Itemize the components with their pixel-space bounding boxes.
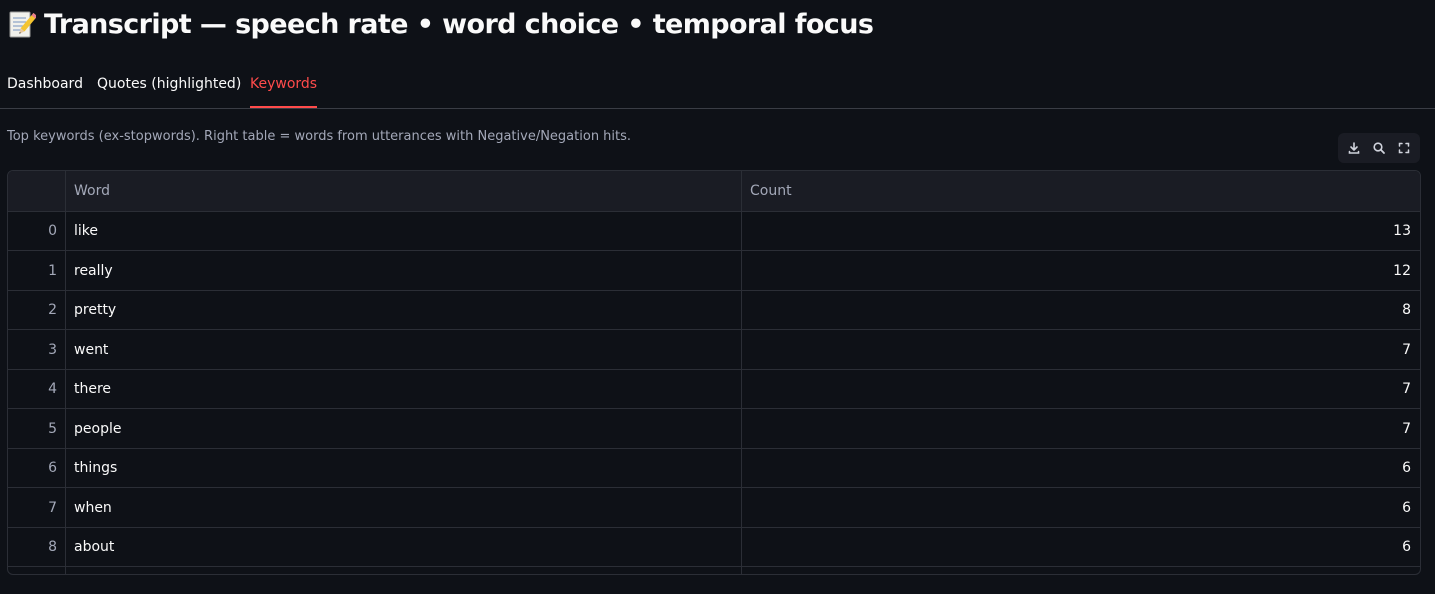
tab-bar: Dashboard Quotes (highlighted) Keywords bbox=[0, 62, 1435, 109]
table-row[interactable]: 2 pretty 8 bbox=[8, 290, 1420, 330]
tab-quotes-highlighted[interactable]: Quotes (highlighted) bbox=[97, 62, 241, 106]
table-overflow-row bbox=[8, 567, 1420, 574]
tab-dashboard[interactable]: Dashboard bbox=[7, 62, 83, 106]
dataframe-toolbar bbox=[1338, 133, 1420, 163]
table-row[interactable]: 4 there 7 bbox=[8, 369, 1420, 409]
word-cell[interactable]: went bbox=[65, 330, 742, 369]
count-cell[interactable]: 7 bbox=[741, 409, 1420, 448]
keywords-table[interactable]: Word Count 0 like 13 1 really 12 2 prett… bbox=[7, 170, 1421, 575]
download-icon[interactable] bbox=[1345, 139, 1363, 157]
memo-icon bbox=[8, 9, 38, 39]
table-row[interactable]: 7 when 6 bbox=[8, 488, 1420, 528]
table-header: Word Count bbox=[8, 171, 1420, 212]
word-cell[interactable]: pretty bbox=[65, 290, 742, 329]
table-row[interactable]: 3 went 7 bbox=[8, 330, 1420, 370]
word-cell[interactable]: things bbox=[65, 448, 742, 487]
row-index: 1 bbox=[48, 262, 57, 279]
word-cell[interactable]: when bbox=[65, 488, 742, 527]
column-divider bbox=[741, 567, 1420, 574]
tab-keywords[interactable]: Keywords bbox=[250, 62, 318, 108]
count-cell[interactable]: 7 bbox=[741, 369, 1420, 408]
table-row[interactable]: 8 about 6 bbox=[8, 527, 1420, 567]
count-cell[interactable]: 13 bbox=[741, 211, 1420, 250]
table-row[interactable]: 1 really 12 bbox=[8, 251, 1420, 291]
word-cell[interactable]: like bbox=[65, 211, 742, 250]
count-cell[interactable]: 8 bbox=[741, 290, 1420, 329]
table-row[interactable]: 0 like 13 bbox=[8, 211, 1420, 251]
search-icon[interactable] bbox=[1370, 139, 1388, 157]
table-row[interactable]: 6 things 6 bbox=[8, 448, 1420, 488]
count-cell[interactable]: 12 bbox=[741, 251, 1420, 290]
count-cell[interactable]: 7 bbox=[741, 330, 1420, 369]
column-header-word[interactable]: Word bbox=[65, 171, 742, 211]
row-index: 4 bbox=[48, 380, 57, 397]
row-index: 3 bbox=[48, 341, 57, 358]
column-header-index[interactable] bbox=[8, 171, 65, 211]
word-cell[interactable]: really bbox=[65, 251, 742, 290]
word-cell[interactable]: there bbox=[65, 369, 742, 408]
count-cell[interactable]: 6 bbox=[741, 527, 1420, 566]
row-index: 8 bbox=[48, 538, 57, 555]
column-header-count[interactable]: Count bbox=[741, 171, 1420, 211]
row-index: 7 bbox=[48, 499, 57, 516]
page-title: Transcript — speech rate • word choice •… bbox=[8, 4, 874, 44]
row-index: 0 bbox=[48, 222, 57, 239]
page-title-text: Transcript — speech rate • word choice •… bbox=[44, 8, 874, 40]
row-index: 5 bbox=[48, 420, 57, 437]
row-index: 2 bbox=[48, 301, 57, 318]
row-index: 6 bbox=[48, 459, 57, 476]
column-divider bbox=[65, 567, 742, 574]
count-cell[interactable]: 6 bbox=[741, 448, 1420, 487]
table-caption: Top keywords (ex-stopwords). Right table… bbox=[7, 129, 632, 144]
word-cell[interactable]: about bbox=[65, 527, 742, 566]
count-cell[interactable]: 6 bbox=[741, 488, 1420, 527]
table-row[interactable]: 5 people 7 bbox=[8, 409, 1420, 449]
fullscreen-icon[interactable] bbox=[1395, 139, 1413, 157]
app-page: Transcript — speech rate • word choice •… bbox=[0, 0, 1435, 594]
word-cell[interactable]: people bbox=[65, 409, 742, 448]
